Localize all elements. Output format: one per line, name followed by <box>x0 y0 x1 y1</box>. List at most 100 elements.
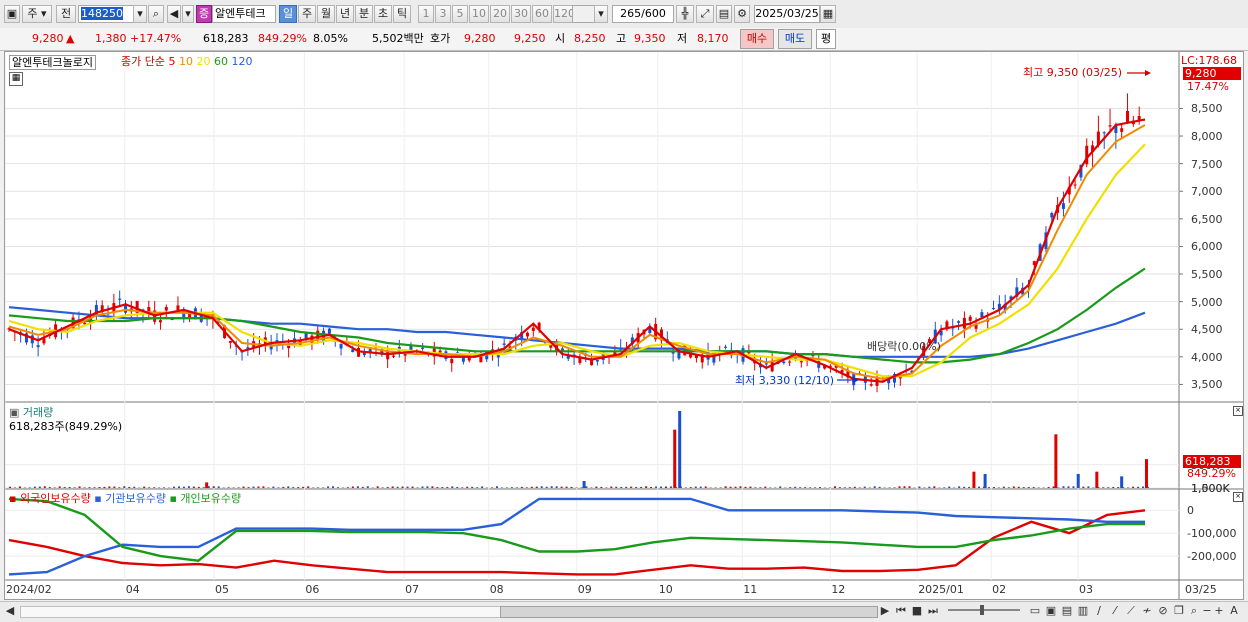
volume-bar <box>1072 486 1074 488</box>
market-select[interactable]: 주 ▾ <box>22 5 52 23</box>
draw-tool-icon-2[interactable]: ⊘ <box>1156 604 1170 618</box>
window-menu-icon[interactable]: ▣ <box>4 5 20 23</box>
volume-title-text: 거래량 <box>23 406 53 419</box>
volume-bar <box>650 487 652 488</box>
volume-bar <box>948 487 950 488</box>
period-tab-3[interactable]: 년 <box>336 5 354 23</box>
interval-button-20[interactable]: 20 <box>490 5 510 23</box>
save-icon[interactable]: ▤ <box>716 5 732 23</box>
draw-tool-icon[interactable]: ⤢ <box>696 5 714 23</box>
zoom-plus-icon[interactable]: + <box>1214 604 1224 618</box>
interval-button-10[interactable]: 10 <box>469 5 489 23</box>
candle-type-icon[interactable]: ╬ <box>676 5 694 23</box>
zoom-in-icon[interactable]: ⌕ <box>1188 604 1200 618</box>
layout-icon-3[interactable]: ▤ <box>1060 604 1074 618</box>
volume-bar <box>143 487 145 488</box>
volume-bar <box>397 487 399 488</box>
period-tab-0[interactable]: 일 <box>279 5 297 23</box>
eval-button[interactable]: 평 <box>816 29 836 49</box>
volume-bar <box>963 487 965 488</box>
interval-button-1[interactable]: 1 <box>418 5 434 23</box>
ma-legend-20: 20 <box>193 55 211 68</box>
zoom-slider-handle[interactable] <box>980 605 984 615</box>
volume-bar <box>123 486 125 488</box>
sell-button[interactable]: 매도 <box>778 29 812 49</box>
period-tab-6[interactable]: 틱 <box>393 5 411 23</box>
volume-panel-close-icon[interactable]: × <box>1233 406 1243 416</box>
copy-icon[interactable]: ❐ <box>1172 604 1186 618</box>
x-axis-label-8: 11 <box>743 583 757 596</box>
calendar-icon[interactable]: ▦ <box>820 5 836 23</box>
period-tab-2[interactable]: 월 <box>317 5 335 23</box>
holding-panel-close-icon[interactable]: × <box>1233 492 1243 502</box>
draw-line-icon[interactable]: ∕ <box>1092 604 1106 618</box>
volume-bar <box>426 486 428 488</box>
volume-bar <box>59 486 61 488</box>
holding-legend-1: ▪ 기관보유수량 <box>91 492 166 505</box>
market-label: 주 <box>27 7 37 20</box>
scroll-right-icon[interactable]: ▶ <box>880 604 890 618</box>
draw-ray-icon[interactable]: ⁄ <box>1108 604 1122 618</box>
hoga-label: 호가 <box>430 31 450 47</box>
buy-button[interactable]: 매수 <box>740 29 774 49</box>
volume-bar <box>610 487 612 488</box>
layout-icon-1[interactable]: ▭ <box>1028 604 1042 618</box>
speaker-icon[interactable]: ◀ <box>167 5 181 23</box>
open-label: 시 <box>555 31 565 47</box>
volume-bar <box>466 487 468 488</box>
horizontal-scrollbar[interactable] <box>20 606 502 618</box>
layout-icon-2[interactable]: ▣ <box>1044 604 1058 618</box>
volume-bar <box>1107 487 1109 488</box>
volume-spike-3 <box>678 411 681 488</box>
volume-bar <box>849 487 851 488</box>
volume-bar <box>705 487 707 488</box>
volume-bar <box>352 486 354 488</box>
rewind-icon[interactable]: ⏮ <box>894 604 908 618</box>
interval-button-3[interactable]: 3 <box>435 5 451 23</box>
draw-wave-icon[interactable]: ≁ <box>1140 604 1154 618</box>
text-tool-icon[interactable]: A <box>1228 604 1240 618</box>
layout-icon-4[interactable]: ▥ <box>1076 604 1090 618</box>
period-tab-4[interactable]: 분 <box>355 5 373 23</box>
interval-button-60[interactable]: 60 <box>532 5 552 23</box>
stock-name-field[interactable]: 알엔투테크 <box>212 5 276 23</box>
volume-bar <box>377 486 379 488</box>
interval-button-30[interactable]: 30 <box>511 5 531 23</box>
volume-bar <box>44 486 46 488</box>
speaker-dropdown-icon[interactable]: ▾ <box>182 5 194 23</box>
volume-bar <box>29 487 31 488</box>
count-field[interactable]: 265/600 <box>612 5 674 23</box>
draw-trend-icon[interactable]: ⟋ <box>1124 604 1138 618</box>
open-price: 8,250 <box>574 31 606 47</box>
table-toggle-icon[interactable]: ▦ <box>9 72 23 86</box>
stock-code-input[interactable]: 148250 <box>78 5 134 23</box>
fast-forward-icon[interactable]: ⏭ <box>926 604 940 618</box>
scroll-left-icon[interactable]: ◀ <box>4 604 16 618</box>
candle-body <box>159 320 162 322</box>
candle-body <box>462 357 465 361</box>
period-tab-5[interactable]: 초 <box>374 5 392 23</box>
low-annotation: 최저 3,330 (12/10) <box>735 374 834 387</box>
scrollbar-thumb[interactable] <box>500 606 878 618</box>
code-dropdown-icon[interactable]: ▾ <box>133 5 147 23</box>
volume-bar <box>660 487 662 488</box>
candle-body <box>992 308 995 309</box>
zoom-out-minus-icon[interactable]: − <box>1202 604 1212 618</box>
jeon-button[interactable]: 전 <box>56 5 76 23</box>
search-icon[interactable]: ⌕ <box>148 5 164 23</box>
settings-gear-icon[interactable]: ⚙ <box>734 5 750 23</box>
volume-bar <box>74 487 76 488</box>
volume-bar <box>49 487 51 488</box>
interval-dropdown-icon[interactable]: ▾ <box>594 5 608 23</box>
candle-body <box>532 328 535 331</box>
volume-bar <box>1003 487 1005 488</box>
volume-tick-label-1: 1,000K <box>1191 482 1230 495</box>
zoom-slider[interactable] <box>948 609 1020 611</box>
volume-bar <box>1038 487 1040 488</box>
period-tab-1[interactable]: 주 <box>298 5 316 23</box>
chart-area[interactable]: 알엔투테크놀로지 ▦ 종가 단순 5 10 20 60 120 LC:178.6… <box>4 51 1244 600</box>
volume-bar <box>655 487 657 488</box>
stop-icon[interactable]: ■ <box>910 604 924 618</box>
date-field[interactable]: 2025/03/25 <box>754 5 820 23</box>
interval-button-5[interactable]: 5 <box>452 5 468 23</box>
